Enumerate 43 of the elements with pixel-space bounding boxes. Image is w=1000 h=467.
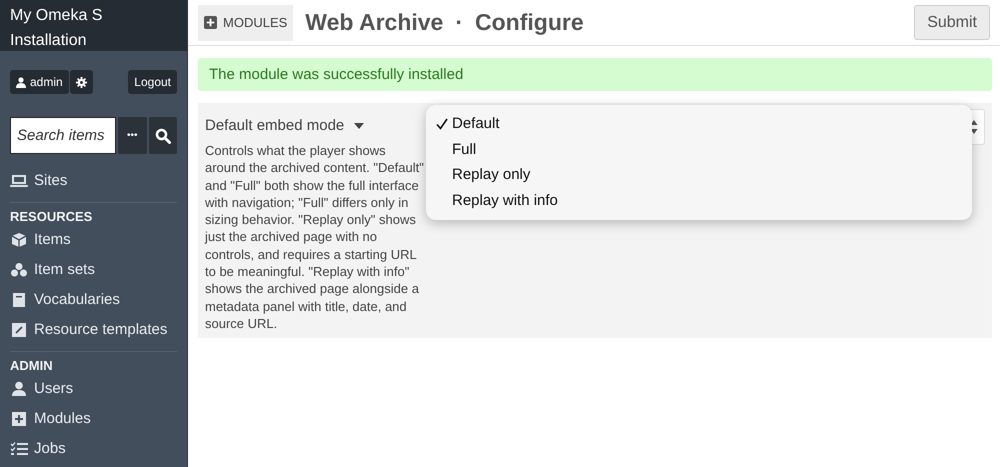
dropdown-option[interactable]: Replay only: [436, 162, 962, 188]
checklist-icon: [10, 441, 28, 457]
modules-link[interactable]: MODULES: [198, 4, 294, 40]
dropdown-option[interactable]: Full: [436, 136, 962, 162]
laptop-icon: [10, 173, 28, 189]
cube-icon: [10, 232, 28, 248]
dropdown-option[interactable]: Replay with info: [436, 188, 962, 214]
site-title[interactable]: My Omeka S Installation: [0, 0, 187, 51]
section-heading: ADMIN: [10, 358, 54, 374]
page-title: Web Archive: [305, 9, 444, 36]
book-icon: [10, 292, 28, 308]
search-field[interactable]: Search items: [10, 117, 116, 154]
submit-button[interactable]: Submit: [914, 5, 990, 40]
user-icon: [10, 381, 28, 397]
nav-link[interactable]: Vocabularies: [10, 285, 177, 315]
nav-link[interactable]: Jobs: [10, 434, 177, 464]
settings-icon: [76, 76, 87, 88]
nav-link[interactable]: Users: [10, 374, 177, 404]
nav-link[interactable]: Items: [10, 225, 177, 255]
stepper-icon: [970, 119, 978, 135]
caret-icon[interactable]: [354, 122, 364, 128]
nav-link[interactable]: Resource templates: [10, 315, 177, 345]
circles-icon: [10, 262, 28, 278]
dropdown-option[interactable]: Default: [436, 111, 962, 137]
field-label: Default embed mode: [205, 117, 344, 134]
settings-button[interactable]: [70, 70, 93, 94]
plus-square-icon: [10, 411, 28, 427]
nav-link[interactable]: Modules: [10, 404, 177, 434]
title-separator: ·: [455, 9, 464, 36]
nav-link[interactable]: Item sets: [10, 255, 177, 285]
advanced-search-button[interactable]: •••: [118, 117, 146, 154]
search-button[interactable]: [148, 117, 177, 154]
nav-link[interactable]: Sites: [10, 166, 177, 196]
pencil-square-icon: [10, 322, 28, 338]
section-heading: RESOURCES: [10, 209, 94, 225]
page-subtitle: Configure: [475, 9, 584, 36]
user-button[interactable]: admin: [10, 70, 69, 94]
search-icon: [154, 128, 171, 144]
field-description: Controls what the player shows around the archived content. "Default" and "Full" both show the full interface with navigation; "Full" differs only in sizing behavior. "Replay only" shows just the archived page with no controls, and requires a starting URL to be meaningful. "Replay with info" shows the archived page alongside a metadata panel with title, date, and source URL.: [205, 142, 425, 332]
user-icon: [16, 76, 26, 88]
success-message: The module was successfully installed: [198, 58, 992, 91]
plus-icon: [204, 16, 217, 29]
logout-button[interactable]: Logout: [128, 70, 177, 94]
